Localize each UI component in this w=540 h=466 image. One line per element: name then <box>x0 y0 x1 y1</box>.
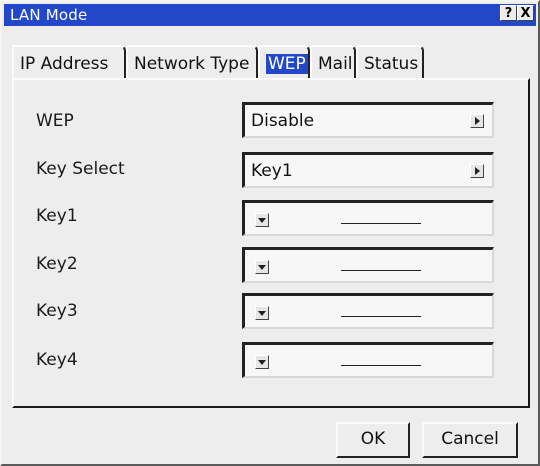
help-button[interactable]: ? <box>500 5 517 21</box>
wep-settings-panel: WEP Disable Key Select Key1 Key1 Key2 Ke… <box>12 78 530 408</box>
tab-label: Mail <box>318 54 353 74</box>
tab-label: WEP <box>266 54 308 74</box>
title-bar: LAN Mode <box>4 4 536 26</box>
key-select-label: Key Select <box>36 159 125 179</box>
key4-field[interactable] <box>242 342 494 378</box>
key1-label: Key1 <box>36 206 78 226</box>
arrow-down-icon[interactable] <box>255 260 269 274</box>
key-select-select[interactable]: Key1 <box>242 152 494 188</box>
key3-field[interactable] <box>242 293 494 329</box>
tab-wep[interactable]: WEP <box>258 45 310 79</box>
wep-value: Disable <box>251 111 315 131</box>
arrow-down-icon[interactable] <box>255 355 269 369</box>
arrow-right-icon[interactable] <box>470 114 484 128</box>
arrow-down-icon[interactable] <box>255 306 269 320</box>
tab-mail[interactable]: Mail <box>310 45 356 79</box>
tab-ip-address[interactable]: IP Address <box>12 45 126 79</box>
key4-underline <box>341 365 421 366</box>
key2-field[interactable] <box>242 247 494 283</box>
key2-underline <box>341 270 421 271</box>
wep-select[interactable]: Disable <box>242 102 494 138</box>
tab-status[interactable]: Status <box>356 45 424 79</box>
cancel-button[interactable]: Cancel <box>422 422 518 458</box>
ok-button[interactable]: OK <box>336 422 410 458</box>
key-select-value: Key1 <box>251 161 293 181</box>
close-button[interactable]: X <box>517 5 534 21</box>
wep-label: WEP <box>36 111 74 131</box>
key2-label: Key2 <box>36 254 78 274</box>
window-title: LAN Mode <box>10 6 88 24</box>
key3-label: Key3 <box>36 301 78 321</box>
tab-label: Status <box>364 54 419 74</box>
key1-underline <box>341 223 421 224</box>
tab-label: IP Address <box>20 54 109 74</box>
lan-mode-dialog: LAN Mode ? X IP Address Network Type WEP… <box>0 0 540 466</box>
arrow-down-icon[interactable] <box>255 213 269 227</box>
key1-field[interactable] <box>242 200 494 236</box>
key3-underline <box>341 316 421 317</box>
tab-network-type[interactable]: Network Type <box>126 45 258 79</box>
key4-label: Key4 <box>36 350 78 370</box>
arrow-right-icon[interactable] <box>470 164 484 178</box>
tab-label: Network Type <box>134 54 250 74</box>
